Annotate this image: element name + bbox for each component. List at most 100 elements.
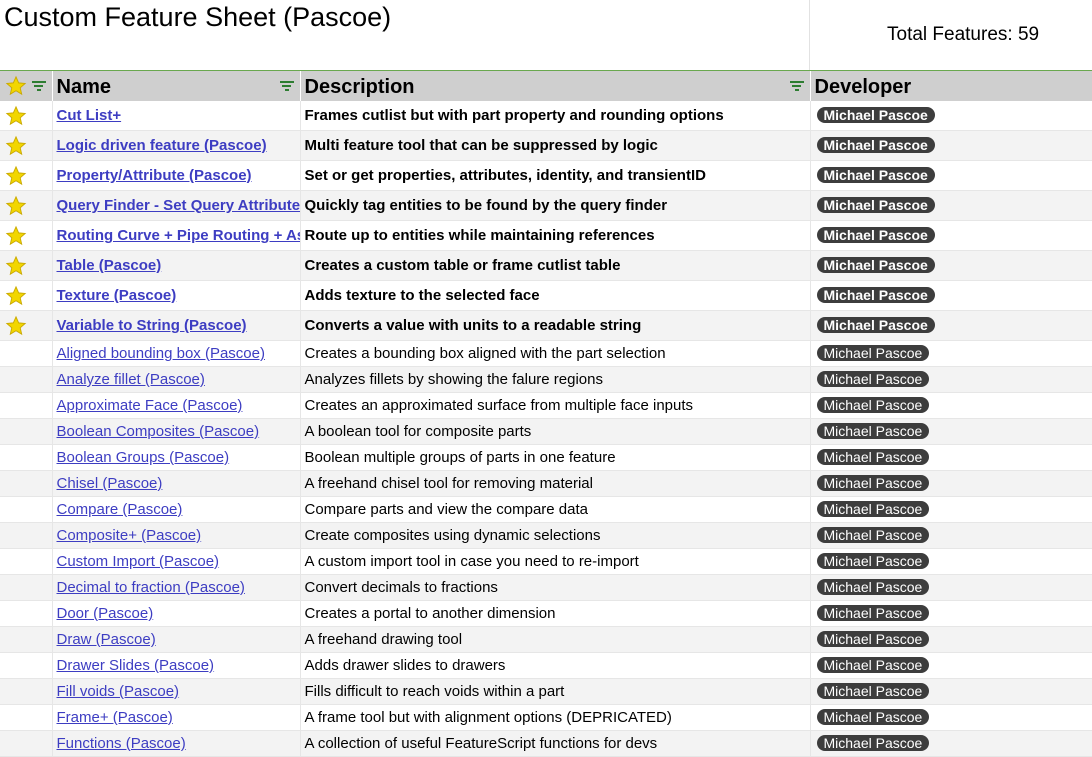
developer-chip[interactable]: Michael Pascoe	[816, 579, 930, 595]
column-header-description[interactable]: Description	[300, 71, 811, 101]
favorite-cell[interactable]	[0, 548, 53, 575]
developer-cell: Michael Pascoe	[810, 220, 1092, 251]
feature-link[interactable]: Logic driven feature (Pascoe)	[57, 137, 267, 154]
filter-icon[interactable]	[31, 81, 46, 91]
description-cell: A freehand chisel tool for removing mate…	[300, 470, 811, 497]
feature-link[interactable]: Door (Pascoe)	[57, 605, 154, 622]
name-cell: Query Finder - Set Query Attribute	[52, 190, 301, 221]
developer-chip[interactable]: Michael Pascoe	[816, 449, 930, 465]
developer-cell: Michael Pascoe	[810, 730, 1092, 757]
feature-link[interactable]: Boolean Groups (Pascoe)	[57, 449, 230, 466]
developer-chip[interactable]: Michael Pascoe	[816, 501, 930, 517]
feature-link[interactable]: Frame+ (Pascoe)	[57, 709, 173, 726]
developer-chip[interactable]: Michael Pascoe	[816, 287, 935, 303]
favorite-cell[interactable]	[0, 280, 53, 311]
developer-chip[interactable]: Michael Pascoe	[816, 227, 935, 243]
developer-chip[interactable]: Michael Pascoe	[816, 553, 930, 569]
feature-link[interactable]: Routing Curve + Pipe Routing + As	[57, 227, 300, 244]
developer-chip[interactable]: Michael Pascoe	[816, 345, 930, 361]
favorite-cell[interactable]	[0, 600, 53, 627]
developer-chip[interactable]: Michael Pascoe	[816, 397, 930, 413]
developer-chip[interactable]: Michael Pascoe	[816, 167, 935, 183]
column-header-name-label: Name	[56, 75, 111, 98]
favorite-cell[interactable]	[0, 160, 53, 191]
table-row: Routing Curve + Pipe Routing + As Route u…	[0, 220, 1092, 251]
name-cell: Functions (Pascoe)	[52, 730, 301, 757]
feature-link[interactable]: Boolean Composites (Pascoe)	[57, 423, 260, 440]
feature-link[interactable]: Analyze fillet (Pascoe)	[57, 371, 205, 388]
favorite-cell[interactable]	[0, 418, 53, 445]
description-cell: Creates an approximated surface from mul…	[300, 392, 811, 419]
table-row: Query Finder - Set Query Attribute Quickl…	[0, 190, 1092, 221]
favorite-cell[interactable]	[0, 626, 53, 653]
name-cell: Chisel (Pascoe)	[52, 470, 301, 497]
developer-chip[interactable]: Michael Pascoe	[816, 317, 935, 333]
favorite-cell[interactable]	[0, 101, 53, 131]
favorite-cell[interactable]	[0, 190, 53, 221]
favorite-cell[interactable]	[0, 366, 53, 393]
favorite-cell[interactable]	[0, 730, 53, 757]
feature-link[interactable]: Chisel (Pascoe)	[57, 475, 163, 492]
feature-link[interactable]: Texture (Pascoe)	[57, 287, 177, 304]
favorite-cell[interactable]	[0, 574, 53, 601]
developer-chip[interactable]: Michael Pascoe	[816, 257, 935, 273]
feature-link[interactable]: Custom Import (Pascoe)	[57, 553, 220, 570]
favorite-cell[interactable]	[0, 444, 53, 471]
column-header-star[interactable]	[0, 71, 53, 101]
developer-cell: Michael Pascoe	[810, 130, 1092, 161]
favorite-cell[interactable]	[0, 652, 53, 679]
column-header-developer[interactable]: Developer	[810, 71, 1092, 101]
feature-link[interactable]: Fill voids (Pascoe)	[57, 683, 180, 700]
developer-chip[interactable]: Michael Pascoe	[816, 475, 930, 491]
description-cell: Convert decimals to fractions	[300, 574, 811, 601]
feature-link[interactable]: Aligned bounding box (Pascoe)	[57, 345, 265, 362]
feature-link[interactable]: Query Finder - Set Query Attribute	[57, 197, 300, 214]
developer-chip[interactable]: Michael Pascoe	[816, 137, 935, 153]
filter-icon[interactable]	[279, 81, 294, 91]
favorite-cell[interactable]	[0, 250, 53, 281]
feature-link[interactable]: Functions (Pascoe)	[57, 735, 186, 752]
sheet-title-row: Custom Feature Sheet (Pascoe) Total Feat…	[0, 0, 1092, 71]
developer-chip[interactable]: Michael Pascoe	[816, 709, 930, 725]
developer-chip[interactable]: Michael Pascoe	[816, 371, 930, 387]
name-cell: Draw (Pascoe)	[52, 626, 301, 653]
feature-link[interactable]: Compare (Pascoe)	[57, 501, 183, 518]
feature-link[interactable]: Drawer Slides (Pascoe)	[57, 657, 215, 674]
feature-link[interactable]: Variable to String (Pascoe)	[57, 317, 247, 334]
feature-link[interactable]: Approximate Face (Pascoe)	[57, 397, 243, 414]
favorite-cell[interactable]	[0, 130, 53, 161]
feature-link[interactable]: Decimal to fraction (Pascoe)	[57, 579, 245, 596]
favorite-cell[interactable]	[0, 496, 53, 523]
developer-cell: Michael Pascoe	[810, 444, 1092, 471]
developer-chip[interactable]: Michael Pascoe	[816, 107, 935, 123]
favorite-cell[interactable]	[0, 220, 53, 251]
developer-chip[interactable]: Michael Pascoe	[816, 197, 935, 213]
developer-chip[interactable]: Michael Pascoe	[816, 735, 930, 751]
developer-chip[interactable]: Michael Pascoe	[816, 423, 930, 439]
favorite-cell[interactable]	[0, 678, 53, 705]
favorite-cell[interactable]	[0, 310, 53, 341]
developer-chip[interactable]: Michael Pascoe	[816, 683, 930, 699]
favorite-cell[interactable]	[0, 704, 53, 731]
star-icon	[5, 135, 27, 155]
feature-link[interactable]: Cut List+	[57, 107, 122, 124]
favorite-cell[interactable]	[0, 340, 53, 367]
developer-cell: Michael Pascoe	[810, 678, 1092, 705]
developer-chip[interactable]: Michael Pascoe	[816, 605, 930, 621]
feature-link[interactable]: Composite+ (Pascoe)	[57, 527, 202, 544]
favorite-cell[interactable]	[0, 522, 53, 549]
developer-chip[interactable]: Michael Pascoe	[816, 657, 930, 673]
favorite-cell[interactable]	[0, 392, 53, 419]
developer-cell: Michael Pascoe	[810, 250, 1092, 281]
column-header-name[interactable]: Name	[52, 71, 301, 101]
table-row: Draw (Pascoe) A freehand drawing tool Mich…	[0, 626, 1092, 653]
feature-link[interactable]: Table (Pascoe)	[57, 257, 162, 274]
description-cell: Quickly tag entities to be found by the …	[300, 190, 811, 221]
developer-chip[interactable]: Michael Pascoe	[816, 631, 930, 647]
feature-link[interactable]: Property/Attribute (Pascoe)	[57, 167, 252, 184]
filter-icon[interactable]	[789, 81, 804, 91]
developer-chip[interactable]: Michael Pascoe	[816, 527, 930, 543]
favorite-cell[interactable]	[0, 470, 53, 497]
feature-link[interactable]: Draw (Pascoe)	[57, 631, 156, 648]
table-row: Approximate Face (Pascoe) Creates an appr…	[0, 392, 1092, 419]
